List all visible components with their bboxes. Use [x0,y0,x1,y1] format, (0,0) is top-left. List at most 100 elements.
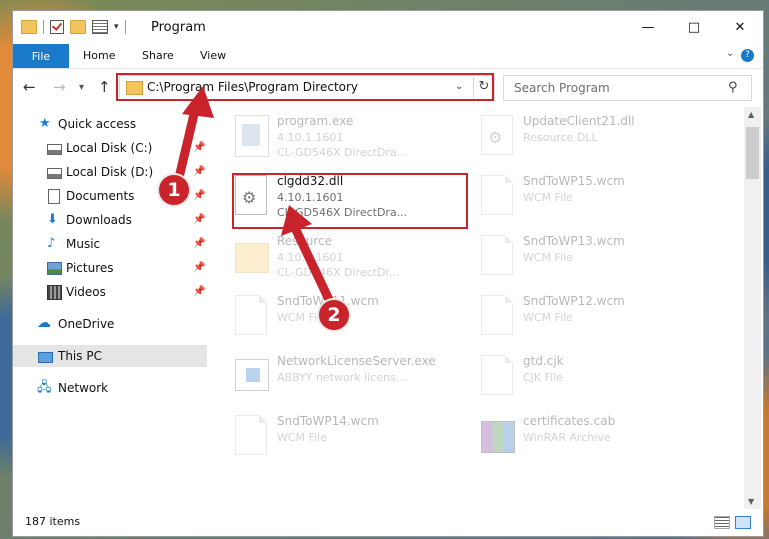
sidebar-item-this-pc[interactable]: This PC [13,345,207,367]
pin-icon: 📌 [193,190,206,201]
file-highlight-box [232,173,468,229]
file-name: UpdateClient21.dll [523,114,635,128]
file-description: ABBYY network licens... [277,371,407,384]
search-icon[interactable]: ⚲ [728,80,738,95]
sidebar-item-network[interactable]: 🖧 Network [13,377,207,399]
file-name: gtd.cjk [523,354,564,368]
document-icon [48,189,60,204]
file-type: Resource DLL [523,131,598,144]
sidebar-item-pictures[interactable]: Pictures 📌 [13,257,207,279]
file-item-certificates-cab[interactable]: certificates.cab WinRAR Archive [477,407,707,463]
file-item-program-exe[interactable]: program.exe 4.10.1.1601 CL-GD546X Direct… [231,107,461,163]
minimize-button[interactable]: — [625,11,671,44]
sidebar-item-label: Videos [66,285,106,299]
app-icon [235,359,269,391]
file-name: SndToWP12.wcm [523,294,625,308]
folder-icon [21,20,37,34]
sidebar-item-quick-access[interactable]: ★ Quick access [13,113,207,135]
sidebar-item-label: This PC [58,349,102,363]
pin-icon: 📌 [193,262,206,273]
maximize-icon: □ [687,20,701,35]
file-type: WCM File [277,431,327,444]
pictures-icon [47,262,62,275]
file-item-updateclient21-dll[interactable]: ⚙ UpdateClient21.dll Resource DLL [477,107,707,163]
tab-share[interactable]: Share [142,49,174,62]
divider [43,20,44,34]
file-icon [481,175,513,215]
vertical-scrollbar[interactable]: ▲ ▼ [744,107,761,511]
status-bar: 187 items [13,509,763,536]
music-note-icon: ♪ [47,236,56,251]
expand-ribbon-icon[interactable]: ⌄ [726,48,734,59]
film-icon [47,285,62,300]
tab-file[interactable]: File [13,44,69,68]
step-badge-1: 1 [157,173,191,207]
sidebar-item-label: Music [66,237,101,251]
close-button[interactable]: ✕ [717,11,763,44]
file-name: program.exe [277,114,354,128]
file-name: SndToWP14.wcm [277,414,379,428]
folder-item-resource[interactable]: Resource 4.10.1.1601 CL-GD546X DirectDr.… [231,227,461,283]
computer-icon [38,352,53,363]
customize-toolbar-dropdown-icon[interactable]: ▾ [114,22,119,32]
sidebar-item-label: Local Disk (C:) [66,141,153,155]
file-name: NetworkLicenseServer.exe [277,354,436,368]
file-item-networklicenseserver-exe[interactable]: NetworkLicenseServer.exe ABBYY network l… [231,347,461,403]
tab-view[interactable]: View [200,49,226,62]
properties-check-icon[interactable] [50,20,64,34]
scroll-up-icon[interactable]: ▲ [748,110,754,119]
help-icon[interactable]: ? [741,49,754,62]
sidebar-item-label: Downloads [66,213,132,227]
maximize-button[interactable]: □ [671,11,717,44]
sidebar-item-onedrive[interactable]: ☁ OneDrive [13,313,207,335]
file-description: CL-GD546X DirectDr... [277,266,400,279]
pin-icon: 📌 [193,214,206,225]
file-item-sndtowp12-wcm[interactable]: SndToWP12.wcm WCM File [477,287,707,343]
item-count: 187 items [25,515,81,528]
properties-icon[interactable] [92,20,108,34]
divider [124,20,126,34]
sidebar-item-music[interactable]: ♪ Music 📌 [13,233,207,255]
pin-icon: 📌 [193,238,206,249]
sidebar-item-label: Local Disk (D:) [66,165,154,179]
file-name: certificates.cab [523,414,616,428]
file-item-sndtowp14-wcm[interactable]: SndToWP14.wcm WCM File [231,407,461,463]
sidebar-item-videos[interactable]: Videos 📌 [13,281,207,303]
file-icon [235,295,267,335]
folder-icon [235,243,269,273]
file-icon [481,235,513,275]
sidebar-item-local-disk-c[interactable]: Local Disk (C:) 📌 [13,137,207,159]
scroll-thumb[interactable] [746,127,759,179]
forward-arrow-icon[interactable]: → [53,78,66,96]
quick-access-toolbar: ▾ [21,20,126,34]
drive-icon [47,168,62,179]
up-arrow-icon[interactable]: ↑ [98,78,111,96]
large-icons-view-icon[interactable] [735,516,751,529]
sidebar-item-label: Network [58,381,109,395]
file-item-gtd-cjk[interactable]: gtd.cjk CJK File [477,347,707,403]
file-type: WinRAR Archive [523,431,611,444]
details-view-icon[interactable] [714,516,730,529]
file-item-sndtowp13-wcm[interactable]: SndToWP13.wcm WCM File [477,227,707,283]
file-item-sndtowp15-wcm[interactable]: SndToWP15.wcm WCM File [477,167,707,223]
file-version: 4.10.1.1601 [277,251,344,264]
sidebar-item-downloads[interactable]: ⬇ Downloads 📌 [13,209,207,231]
new-folder-icon[interactable] [70,20,86,34]
scroll-down-icon[interactable]: ▼ [748,497,754,506]
navigation-pane: ★ Quick access Local Disk (C:) 📌 Local D… [13,111,207,511]
back-arrow-icon[interactable]: ← [23,78,36,96]
window-title: Program [151,20,206,35]
sidebar-item-label: Quick access [58,117,137,131]
tab-home[interactable]: Home [83,49,115,62]
file-list: program.exe 4.10.1.1601 CL-GD546X Direct… [231,107,741,507]
file-icon [235,415,267,455]
search-box[interactable]: Search Program ⚲ [503,75,752,101]
search-input[interactable]: Search Program [514,81,610,95]
file-name: SndToWP13.wcm [523,234,625,248]
sidebar-item-label: Pictures [66,261,114,275]
drive-icon [47,144,62,155]
file-type: CJK File [523,371,564,384]
recent-locations-dropdown-icon[interactable]: ▾ [79,82,84,93]
file-name: Resource [277,234,333,248]
archive-icon [481,421,515,453]
